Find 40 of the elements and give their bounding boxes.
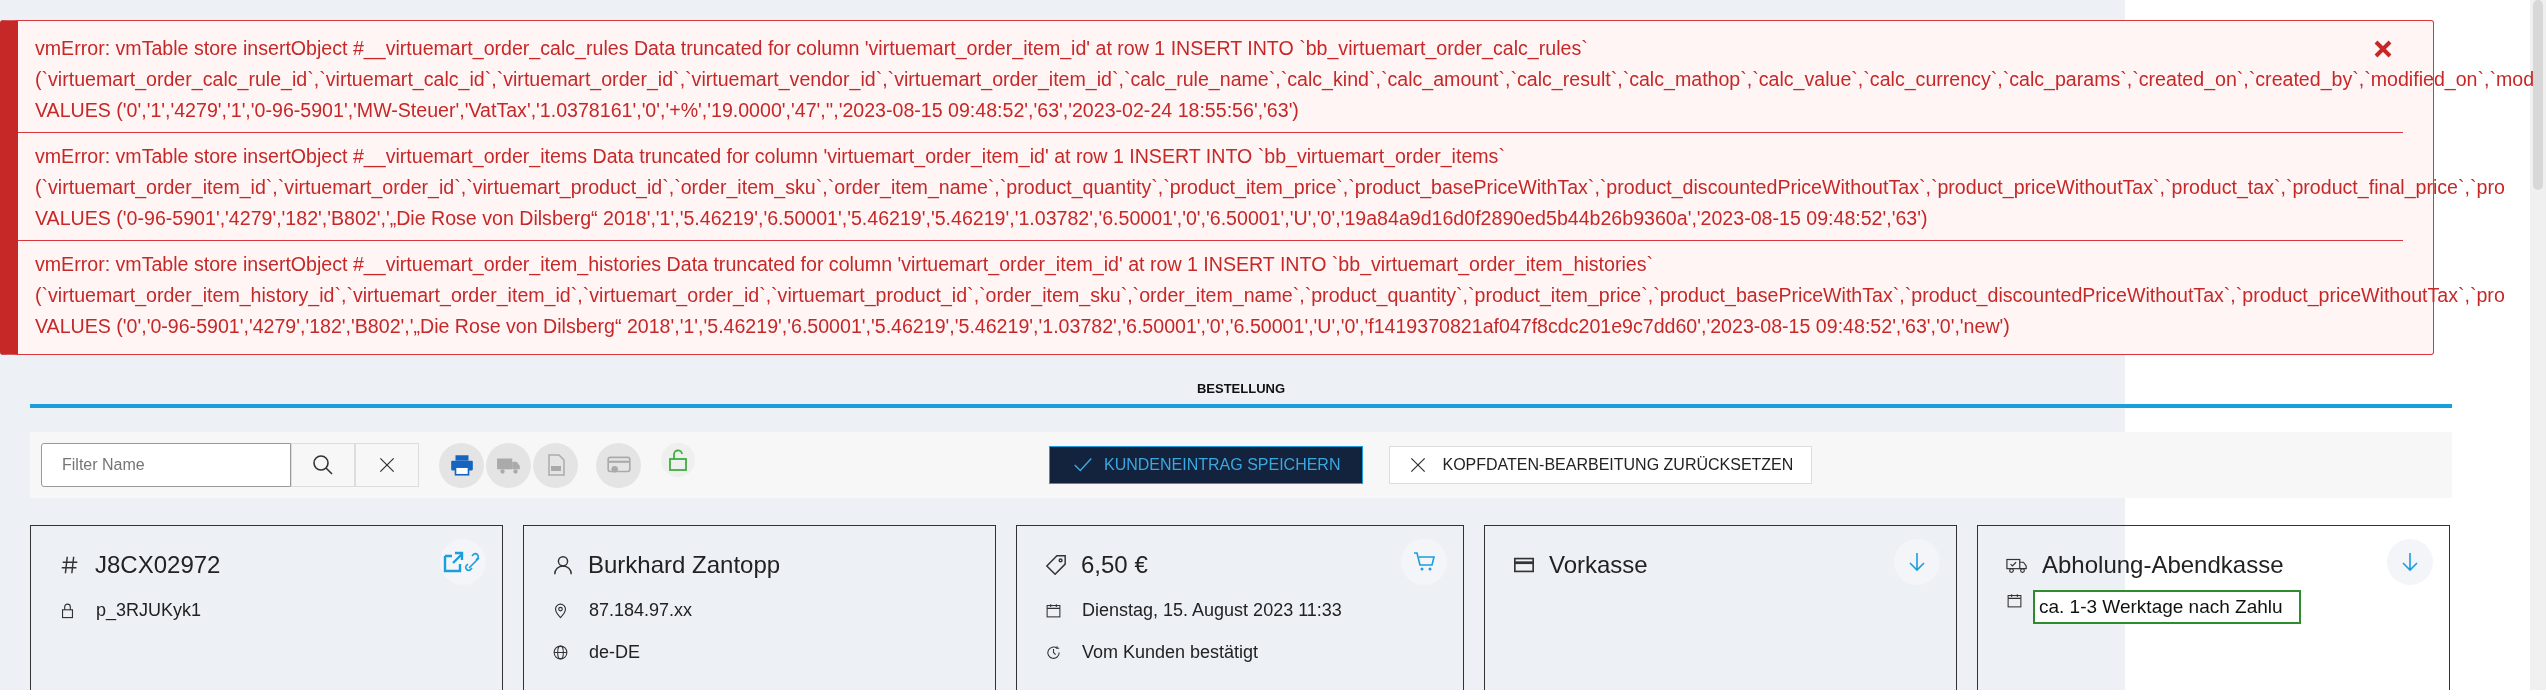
- location-pin-icon: [552, 601, 569, 619]
- close-icon[interactable]: [2373, 39, 2393, 59]
- card-title: 6,50 €: [1081, 551, 1149, 579]
- delivery-time-field[interactable]: ca. 1-3 Werktage nach Zahlu: [2033, 590, 2301, 624]
- download-button[interactable]: [2387, 539, 2433, 585]
- save-button[interactable]: KUNDENEINTRAG SPEICHERN: [1049, 446, 1364, 484]
- card-title: Vorkasse: [1549, 551, 1649, 579]
- error-text: VALUES ('0-96-5901','4279','182','B802','„Die Rose von Dilsberg“ 2018','1','5.46219','6.50001','5.46219','5.46219','1.03782','6.50001','0','6.50001','U','0','19a84a9d16d0f2890ed5b44b26b9360a','2023-08-15 09:48:52','63'): [35, 206, 1928, 231]
- tag-icon: [1045, 554, 1067, 576]
- error-text: vmError: vmTable store insertObject #__virtuemart_order_calc_rules Data truncated for column 'virtuemart_order_item_id' at row 1 INSERT INTO `bb_virtuemart_order_calc_rules`: [35, 36, 1588, 62]
- card-text: 87.184.97.xx: [589, 599, 693, 621]
- error-text: vmError: vmTable store insertObject #__virtuemart_order_item_histories Data truncated for column 'virtuemart_order_item_id' at row 1 INSERT INTO `bb_virtuemart_order_item_histories`: [35, 252, 1654, 278]
- error-text: vmError: vmTable store insertObject #__virtuemart_order_items Data truncated for column 'virtuemart_order_item_id' at row 1 INSERT INTO `bb_virtuemart_order_items`: [35, 144, 1505, 170]
- filter-field[interactable]: Filter Name: [41, 443, 291, 487]
- calendar-icon: [2006, 592, 2023, 609]
- card-title: J8CX02972: [95, 551, 222, 579]
- close-icon: [377, 455, 397, 475]
- card-text: p_3RJUKyk1: [96, 599, 202, 621]
- cart-button[interactable]: [1401, 539, 1447, 585]
- clock-icon: [1045, 643, 1062, 661]
- printer-icon: [448, 452, 475, 478]
- lock-icon: [59, 601, 76, 619]
- link-button[interactable]: [440, 539, 486, 585]
- card-text: Vom Kunden bestätigt: [1082, 641, 1259, 663]
- card-text: Dienstag, 15. August 2023 11:33: [1082, 599, 1342, 621]
- card-text: de-DE: [589, 641, 641, 663]
- reset-button[interactable]: KOPFDATEN-BEARBEITUNG ZURÜCKSETZEN: [1389, 446, 1813, 484]
- error-text: VALUES ('0','1','4279','1','0-96-5901','MW-Steuer','VatTax','1.0378161','0','+%','19.0000','47','','2023-08-15 09:48:52','63','2023-02-24 18:55:56','63'): [35, 98, 1299, 123]
- globe-icon: [552, 643, 569, 661]
- search-button[interactable]: [291, 443, 355, 487]
- download-button[interactable]: [1894, 539, 1940, 585]
- section-tab[interactable]: BESTELLUNG: [1196, 381, 1286, 396]
- search-icon: [311, 453, 335, 477]
- print-button[interactable]: [439, 442, 484, 488]
- lock-button[interactable]: [661, 442, 695, 477]
- calendar-icon: [1045, 601, 1062, 619]
- user-icon: [552, 554, 574, 576]
- error-text: VALUES ('0','0-96-5901','4279','182','B802','„Die Rose von Dilsberg“ 2018','1','5.46219','6.50001','5.46219','5.46219','1.03782','6.50001','0','6.50001','U','0','f1419370821af047f8cdc201e9c7dd60','2023-08-15 09:48:52','63','0','new'): [35, 314, 2010, 339]
- card-title: Abholung-Abendkasse: [2042, 551, 2285, 579]
- card-title: Burkhard Zantopp: [588, 551, 782, 579]
